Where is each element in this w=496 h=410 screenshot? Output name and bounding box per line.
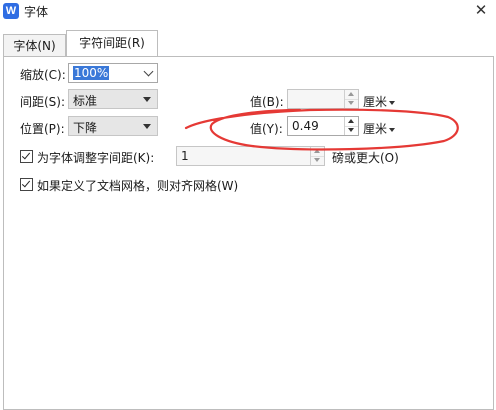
spacing-unit-label: 厘米 <box>363 95 388 109</box>
kerning-checkbox[interactable] <box>20 150 33 163</box>
dropdown-arrow-icon <box>143 97 151 102</box>
spacing-label: 间距(S): <box>20 95 66 109</box>
kerning-value: 1 <box>181 149 189 163</box>
triangle-up-icon <box>348 92 354 96</box>
dialog-title: 字体 <box>24 5 49 19</box>
spin-down-button[interactable] <box>345 99 358 108</box>
dropdown-arrow-icon <box>389 100 396 105</box>
dropdown-arrow-icon <box>389 127 396 132</box>
position-unit-label: 厘米 <box>363 122 388 136</box>
triangle-up-icon <box>314 149 320 153</box>
position-unit-dropdown[interactable]: 厘米 <box>363 120 396 137</box>
triangle-down-icon <box>348 101 354 105</box>
kerning-spinner[interactable]: 1 <box>176 146 325 166</box>
scale-label: 缩放(C): <box>20 68 66 82</box>
spacing-amount-spinner[interactable] <box>287 89 359 109</box>
spacing-amount-label: 值(B): <box>250 95 284 109</box>
close-icon[interactable]: ✕ <box>472 1 490 19</box>
spacing-select[interactable]: 标准 <box>68 89 158 109</box>
triangle-down-icon <box>314 158 320 162</box>
position-amount-spinner[interactable]: 0.49 <box>287 116 359 136</box>
position-amount-label: 值(Y): <box>250 122 283 136</box>
title-bar: W 字体 ✕ <box>0 0 496 22</box>
tab-font[interactable]: 字体(N) <box>3 34 66 57</box>
position-amount-value: 0.49 <box>292 119 319 133</box>
position-value: 下降 <box>73 121 98 135</box>
wps-writer-icon: W <box>3 3 19 19</box>
triangle-down-icon <box>348 128 354 132</box>
chevron-down-icon <box>143 66 154 77</box>
dropdown-arrow-icon <box>143 124 151 129</box>
position-label: 位置(P): <box>20 122 65 136</box>
kerning-label: 为字体调整字间距(K): <box>37 151 155 165</box>
tab-character-spacing[interactable]: 字符间距(R) <box>66 30 158 56</box>
scale-combo[interactable]: 100% <box>68 63 158 83</box>
triangle-up-icon <box>348 119 354 123</box>
snap-to-grid-checkbox[interactable] <box>20 178 33 191</box>
spacing-unit-dropdown[interactable]: 厘米 <box>363 93 396 110</box>
snap-to-grid-label: 如果定义了文档网格，则对齐网格(W) <box>37 179 239 193</box>
character-spacing-panel <box>3 56 494 410</box>
spin-down-button[interactable] <box>311 156 324 165</box>
spin-down-button[interactable] <box>345 126 358 135</box>
scale-value: 100% <box>73 66 110 80</box>
kerning-suffix-label: 磅或更大(O) <box>332 151 399 165</box>
spacing-value: 标准 <box>73 94 98 108</box>
position-select[interactable]: 下降 <box>68 116 158 136</box>
